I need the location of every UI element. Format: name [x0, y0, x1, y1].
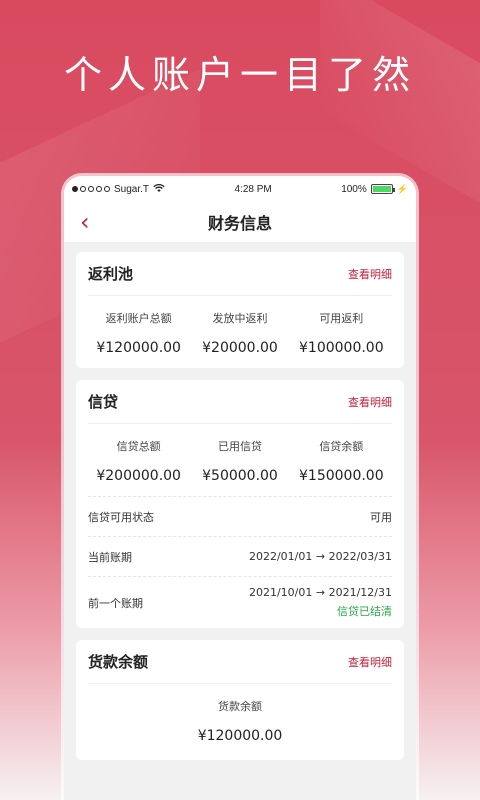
- credit-details-link[interactable]: 查看明细: [348, 394, 392, 410]
- back-chevron-icon[interactable]: ‹: [80, 210, 90, 234]
- previous-period-row: 前一个账期 2021/10/01 → 2021/12/31 信贷已结清: [88, 576, 392, 628]
- credit-status-label: 信贷可用状态: [88, 510, 154, 524]
- nav-bar: ‹ 财务信息: [64, 202, 416, 242]
- stat-value: ¥120000.00: [197, 728, 283, 744]
- carrier-name: Sugar.T: [114, 183, 150, 195]
- current-period-label: 当前账期: [88, 550, 132, 564]
- phone-frame: Sugar.T 4:28 PM 100% ⚡ ‹ 财务信息 返利池 查看明细 返…: [64, 176, 416, 800]
- stat-value: ¥120000.00: [96, 340, 181, 356]
- stat-label: 可用返利: [319, 312, 364, 325]
- current-period-value: 2022/01/01 → 2022/03/31: [248, 550, 392, 563]
- stat-item: 可用返利 ¥100000.00: [291, 310, 392, 356]
- charging-icon: ⚡: [396, 183, 408, 194]
- credit-card: 信贷 查看明细 信贷总额 ¥200000.00 已用信贷 ¥50000.00 信…: [76, 380, 404, 628]
- loan-balance-card: 货款余额 查看明细 货款余额 ¥120000.00: [76, 640, 404, 760]
- credit-status-value: 可用: [370, 510, 392, 524]
- previous-period-value: 2021/10/01 → 2021/12/31: [248, 586, 392, 599]
- stat-item: 发放中返利 ¥20000.00: [189, 310, 290, 356]
- status-time: 4:28 PM: [234, 183, 272, 195]
- stat-label: 信贷余额: [319, 440, 364, 453]
- previous-period-status: 信贷已结清: [337, 605, 392, 618]
- previous-period-label: 前一个账期: [88, 596, 143, 610]
- stat-value: ¥20000.00: [202, 340, 278, 356]
- battery-icon: [370, 184, 395, 194]
- current-period-row: 当前账期 2022/01/01 → 2022/03/31: [88, 536, 392, 576]
- rebate-pool-details-link[interactable]: 查看明细: [348, 266, 392, 282]
- signal-icon: [72, 186, 110, 192]
- stat-item: 已用信贷 ¥50000.00: [189, 438, 290, 484]
- stat-label: 已用信贷: [217, 440, 262, 453]
- credit-status-row: 信贷可用状态 可用: [88, 496, 392, 536]
- promo-headline: 个人账户一目了然: [63, 53, 416, 97]
- stat-value: ¥200000.00: [96, 468, 181, 484]
- stat-item: 信贷余额 ¥150000.00: [291, 438, 392, 484]
- stat-item: 信贷总额 ¥200000.00: [88, 438, 189, 484]
- stat-label: 发放中返利: [212, 312, 268, 325]
- stat-value: ¥100000.00: [299, 340, 384, 356]
- loan-balance-title: 货款余额: [88, 653, 149, 671]
- rebate-pool-card: 返利池 查看明细 返利账户总额 ¥120000.00 发放中返利 ¥20000.…: [76, 252, 404, 368]
- page-title: 财务信息: [207, 214, 272, 233]
- rebate-pool-title: 返利池: [88, 265, 134, 283]
- stat-value: ¥150000.00: [299, 468, 384, 484]
- loan-balance-details-link[interactable]: 查看明细: [348, 654, 392, 670]
- battery-percent: 100%: [341, 183, 367, 195]
- stat-label: 返利账户总额: [105, 312, 172, 325]
- wifi-icon: [153, 183, 165, 196]
- stat-label: 货款余额: [218, 700, 262, 713]
- stat-label: 信贷总额: [116, 440, 161, 453]
- main-content: 返利池 查看明细 返利账户总额 ¥120000.00 发放中返利 ¥20000.…: [64, 242, 416, 760]
- credit-title: 信贷: [88, 393, 119, 411]
- stat-item: 返利账户总额 ¥120000.00: [88, 310, 189, 356]
- stat-value: ¥50000.00: [202, 468, 278, 484]
- status-bar: Sugar.T 4:28 PM 100% ⚡: [64, 176, 416, 202]
